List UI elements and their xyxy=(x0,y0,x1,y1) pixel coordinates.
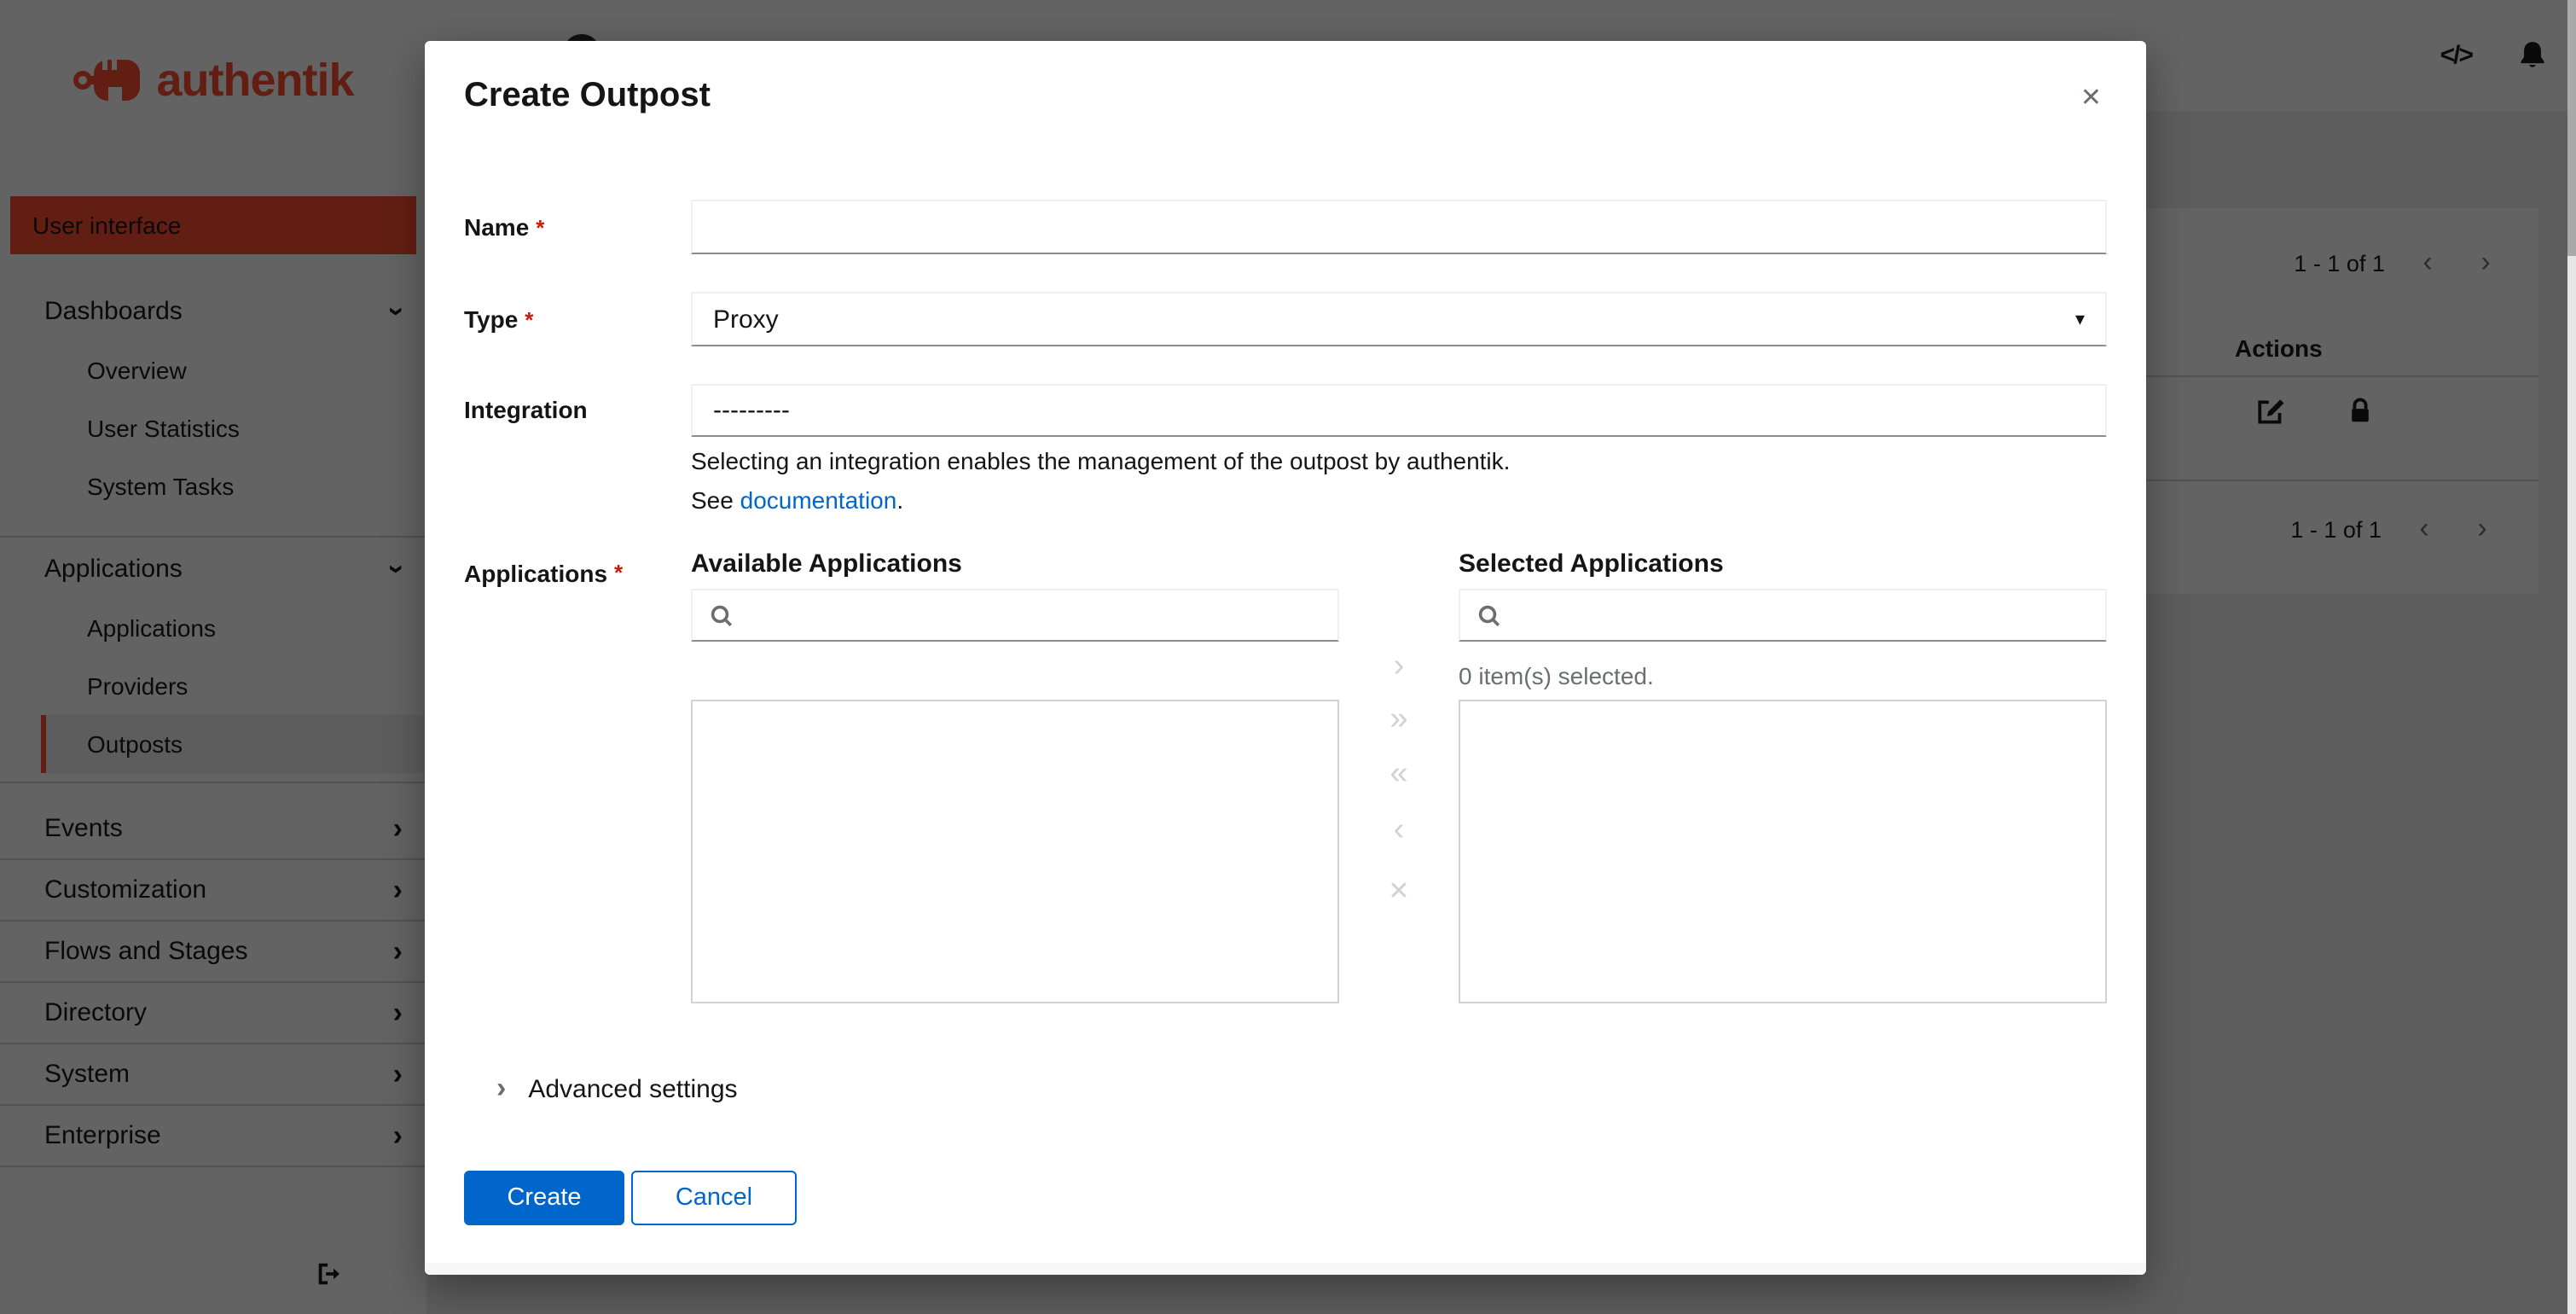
documentation-link[interactable]: documentation xyxy=(740,485,897,513)
clear-icon[interactable]: ✕ xyxy=(1339,875,1459,910)
type-select[interactable]: Proxy ▾ xyxy=(691,292,2107,346)
help-line-1: Selecting an integration enables the man… xyxy=(691,447,1511,474)
integration-select[interactable]: --------- xyxy=(691,384,2107,437)
help-line-2: See documentation. xyxy=(691,480,2107,519)
create-button[interactable]: Create xyxy=(464,1171,624,1225)
cancel-button[interactable]: Cancel xyxy=(631,1171,797,1225)
search-icon xyxy=(1478,604,1500,626)
selected-count-status: 0 item(s) selected. xyxy=(1459,662,1654,689)
available-applications-list[interactable] xyxy=(691,700,1339,1003)
scrollbar-thumb[interactable] xyxy=(2567,0,2576,256)
viewport: </> authentik User interface xyxy=(0,0,2576,1314)
form-row-type: Type * Proxy ▾ xyxy=(464,292,2107,346)
dual-list-controls: › » « ‹ ✕ xyxy=(1339,549,1459,1003)
available-applications-pane: Available Applications xyxy=(691,549,1339,1003)
help-prefix: See xyxy=(691,485,740,513)
required-marker: * xyxy=(614,560,624,585)
integration-label: Integration xyxy=(464,384,691,519)
selected-search-input[interactable] xyxy=(1459,589,2107,642)
modal-title: Create Outpost xyxy=(464,77,711,114)
label-text: Name xyxy=(464,213,530,241)
remove-selected-icon[interactable]: ‹ xyxy=(1339,813,1459,848)
close-icon[interactable]: ✕ xyxy=(2080,82,2102,113)
page-scrollbar[interactable] xyxy=(2567,0,2576,1314)
create-outpost-form: Name * Type * Proxy ▾ Integration ------… xyxy=(464,200,2107,1225)
label-text: Type xyxy=(464,305,519,333)
search-icon xyxy=(711,604,733,626)
advanced-settings-label: Advanced settings xyxy=(528,1074,738,1103)
label-text: Applications xyxy=(464,560,608,587)
dual-list-selector: Available Applications › » « ‹ ✕ Selecte… xyxy=(691,549,2107,1003)
type-select-value: Proxy xyxy=(713,305,779,334)
modal-footer-strip xyxy=(425,1263,2146,1275)
required-marker: * xyxy=(525,306,534,332)
form-row-applications: Applications * Available Applications › … xyxy=(464,549,2107,1003)
available-applications-title: Available Applications xyxy=(691,549,962,579)
selected-applications-pane: Selected Applications 0 item(s) selected… xyxy=(1459,549,2107,1003)
chevron-right-icon: › xyxy=(496,1072,507,1104)
available-search-input[interactable] xyxy=(691,589,1339,642)
name-label: Name * xyxy=(464,200,691,254)
label-text: Integration xyxy=(464,396,588,423)
selected-applications-list[interactable] xyxy=(1459,700,2107,1003)
integration-select-value: --------- xyxy=(713,396,790,425)
add-selected-icon[interactable]: › xyxy=(1339,649,1459,684)
required-marker: * xyxy=(536,214,545,240)
name-input[interactable] xyxy=(691,200,2107,254)
selected-applications-title: Selected Applications xyxy=(1459,549,1724,579)
form-row-name: Name * xyxy=(464,200,2107,254)
remove-all-icon[interactable]: « xyxy=(1339,757,1459,792)
advanced-settings-toggle[interactable]: › Advanced settings xyxy=(496,1072,2107,1106)
create-outpost-modal: Create Outpost ✕ Name * Type * Proxy ▾ I… xyxy=(425,41,2146,1275)
modal-footer-buttons: Create Cancel xyxy=(464,1171,2107,1225)
caret-down-icon: ▾ xyxy=(2074,310,2085,330)
applications-label: Applications * xyxy=(464,549,691,1003)
form-row-integration: Integration --------- Selecting an integ… xyxy=(464,384,2107,519)
help-suffix: . xyxy=(896,485,904,513)
integration-help-text: Selecting an integration enables the man… xyxy=(691,442,2107,519)
add-all-icon[interactable]: » xyxy=(1339,702,1459,737)
type-label: Type * xyxy=(464,292,691,346)
